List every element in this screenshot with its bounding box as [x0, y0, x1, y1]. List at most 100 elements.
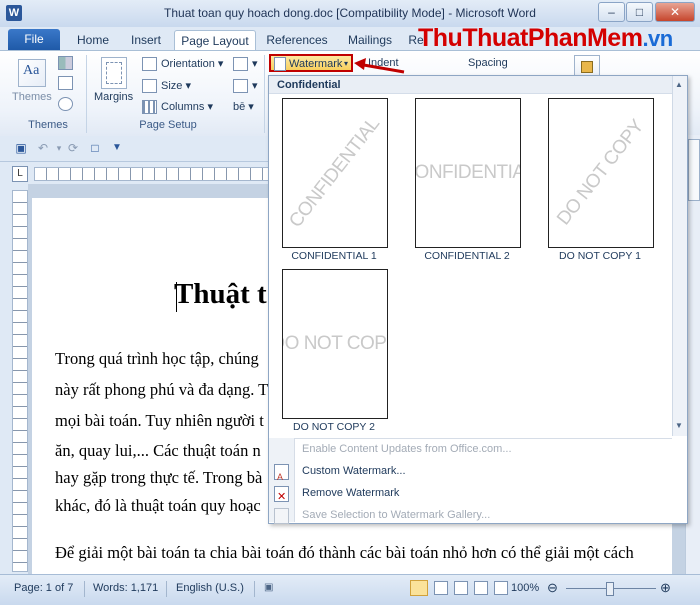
- status-divider: [254, 581, 255, 597]
- spacing-label: Spacing: [468, 57, 508, 69]
- customize-toolbar-icon[interactable]: ▼: [110, 141, 124, 155]
- tab-references[interactable]: References: [262, 30, 332, 50]
- watermark-thumbnail-do-not-copy-2[interactable]: DO NOT COPY: [282, 269, 388, 419]
- zoom-slider-thumb[interactable]: [606, 582, 614, 596]
- thumbnail-watermark-text: DO NOT COPY: [553, 116, 649, 230]
- draft-view-icon[interactable]: [494, 581, 508, 595]
- size-label: Size: [161, 80, 183, 92]
- line-numbers-icon: [233, 79, 248, 94]
- document-line: khác, đó là thuật toán quy hoạc: [55, 496, 261, 515]
- theme-fonts-icon: [58, 76, 73, 90]
- document-line: Trong quá trình học tập, chúng: [55, 349, 259, 368]
- theme-effects-button[interactable]: [58, 97, 77, 111]
- close-button[interactable]: ✕: [655, 2, 695, 22]
- themes-icon: Aa: [18, 59, 46, 87]
- line-numbers-button[interactable]: ▾: [233, 79, 258, 94]
- text-cursor: [176, 282, 177, 312]
- remove-watermark-icon: ✕: [274, 486, 289, 503]
- menu-item-label: Save Selection to Watermark Gallery...: [302, 509, 491, 521]
- language-indicator[interactable]: English (U.S.): [176, 582, 244, 594]
- minimize-button[interactable]: –: [598, 2, 625, 22]
- menu-item-enable-updates[interactable]: Enable Content Updates from Office.com..…: [269, 438, 673, 460]
- document-line: hay gặp trong thực tế. Trong bà: [55, 468, 263, 487]
- margins-icon: [101, 57, 127, 89]
- group-divider: [264, 55, 265, 133]
- watermark-thumbnail-do-not-copy-1[interactable]: DO NOT COPY: [548, 98, 654, 248]
- save-to-gallery-icon: [274, 508, 289, 524]
- scroll-down-icon[interactable]: ▼: [675, 421, 683, 430]
- tab-selector-icon[interactable]: L: [12, 166, 28, 182]
- status-divider: [166, 581, 167, 597]
- thumbnail-caption: DO NOT COPY 2: [293, 421, 375, 433]
- menu-item-label: Enable Content Updates from Office.com..…: [302, 443, 512, 455]
- full-screen-reading-icon[interactable]: [434, 581, 448, 595]
- web-layout-icon[interactable]: [454, 581, 468, 595]
- size-button[interactable]: Size ▾: [142, 79, 191, 94]
- watermark-thumbnail-confidential-2[interactable]: CONFIDENTIAL: [415, 98, 521, 248]
- thumbnail-caption: DO NOT COPY 1: [559, 250, 641, 262]
- thumbnail-watermark-text: DO NOT COPY: [283, 333, 387, 354]
- menu-item-save-selection[interactable]: Save Selection to Watermark Gallery...: [269, 504, 673, 526]
- brand-suffix: .vn: [642, 26, 673, 51]
- tab-file[interactable]: File: [8, 29, 60, 50]
- window-title: Thuat toan quy hoach dong.doc [Compatibi…: [164, 6, 536, 20]
- gallery-scrollbar[interactable]: ▲ ▼: [672, 76, 687, 436]
- watermark-icon: [274, 57, 286, 71]
- page-count[interactable]: Page: 1 of 7: [14, 582, 73, 594]
- watermark-button[interactable]: Watermark ▾: [269, 54, 353, 72]
- word-count[interactable]: Words: 1,171: [93, 582, 158, 594]
- thumbnail-caption: CONFIDENTIAL 1: [291, 250, 377, 262]
- menu-item-label: Custom Watermark...: [302, 465, 406, 477]
- new-document-icon[interactable]: □: [88, 141, 102, 155]
- redo-icon[interactable]: ⟳: [66, 141, 80, 155]
- brand-main: ThuThuatPhanMem: [418, 24, 643, 52]
- watermark-thumbnail-confidential-1[interactable]: CONFIDENTIAL: [282, 98, 388, 248]
- size-icon: [142, 79, 157, 94]
- undo-icon[interactable]: ↶: [36, 141, 50, 155]
- theme-fonts-button[interactable]: [58, 76, 77, 90]
- menu-item-remove-watermark[interactable]: ✕ Remove Watermark: [269, 482, 673, 504]
- thumbnail-watermark-text: CONFIDENTIAL: [285, 113, 384, 232]
- maximize-button[interactable]: □: [626, 2, 653, 22]
- hyphenation-button[interactable]: bē ▾: [233, 100, 254, 113]
- site-brand-watermark: ThuThuatPhanMem.vn: [418, 24, 673, 53]
- document-line: Để giải một bài toán ta chia bài toán đó…: [55, 543, 634, 562]
- thumbnail-watermark-text: CONFIDENTIAL: [415, 162, 520, 183]
- theme-effects-icon: [58, 97, 73, 111]
- zoom-out-icon[interactable]: ⊖: [547, 580, 558, 596]
- themes-button[interactable]: Themes: [12, 91, 52, 103]
- orientation-label: Orientation: [161, 58, 215, 70]
- breaks-button[interactable]: ▾: [233, 57, 258, 72]
- document-line: này rất phong phú và đa dạng. T: [55, 380, 269, 399]
- chevron-down-icon: ▾: [344, 59, 349, 68]
- document-line: ăn, quay lui,... Các thuật toán n: [55, 441, 261, 460]
- outline-view-icon[interactable]: [474, 581, 488, 595]
- zoom-in-icon[interactable]: ⊕: [660, 580, 671, 596]
- print-layout-view-icon[interactable]: [410, 580, 428, 596]
- menu-item-custom-watermark[interactable]: A Custom Watermark...: [269, 460, 673, 482]
- scroll-up-icon[interactable]: ▲: [675, 80, 683, 89]
- custom-watermark-icon: A: [274, 464, 289, 482]
- group-divider: [86, 55, 87, 133]
- theme-colors-icon: [58, 56, 73, 70]
- save-icon[interactable]: ▣: [14, 141, 28, 155]
- tab-mailings[interactable]: Mailings: [342, 30, 398, 50]
- columns-icon: [142, 100, 157, 115]
- tab-home[interactable]: Home: [70, 30, 116, 50]
- themes-group-label: Themes: [28, 119, 68, 131]
- thumbnail-caption: CONFIDENTIAL 2: [424, 250, 510, 262]
- zoom-level[interactable]: 100%: [511, 582, 539, 594]
- track-changes-icon[interactable]: ▣: [264, 582, 273, 593]
- scrollbar-thumb[interactable]: [688, 139, 700, 201]
- theme-colors-button[interactable]: [58, 56, 77, 70]
- undo-dropdown-icon[interactable]: ▾: [52, 141, 66, 155]
- margins-button[interactable]: Margins: [94, 91, 133, 103]
- watermark-gallery: Confidential CONFIDENTIAL CONFIDENTIAL 1…: [268, 75, 688, 524]
- tab-insert[interactable]: Insert: [124, 30, 168, 50]
- columns-button[interactable]: Columns ▾: [142, 100, 213, 115]
- hyphenation-icon: bē: [233, 101, 246, 113]
- status-bar: Page: 1 of 7 Words: 1,171 English (U.S.)…: [0, 574, 700, 605]
- tab-page-layout[interactable]: Page Layout: [174, 30, 256, 51]
- orientation-button[interactable]: Orientation ▾: [142, 57, 223, 72]
- status-divider: [84, 581, 85, 597]
